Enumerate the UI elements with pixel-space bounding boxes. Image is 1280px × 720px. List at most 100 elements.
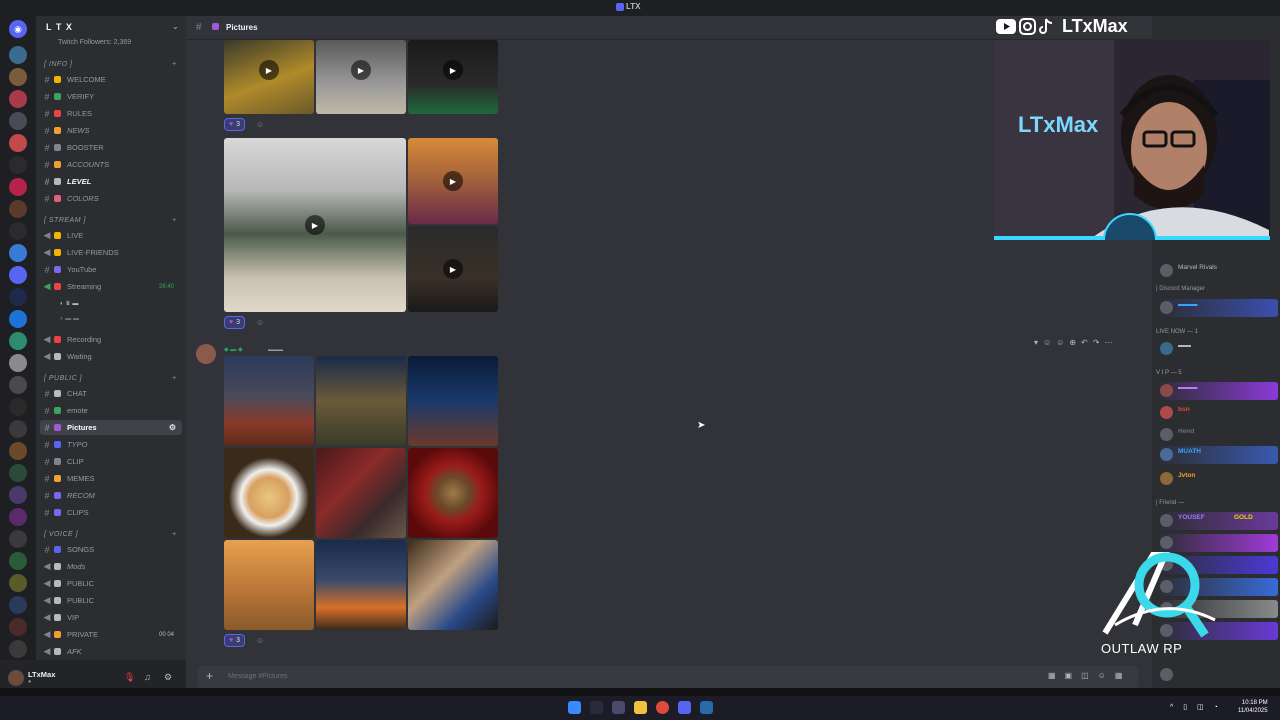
- channel-verify[interactable]: # VERIFY: [40, 89, 182, 104]
- chrome-icon[interactable]: [656, 701, 669, 714]
- file-explorer-icon[interactable]: [634, 701, 647, 714]
- channel-youtube[interactable]: # YouTube: [40, 262, 182, 277]
- server-icon[interactable]: [9, 464, 27, 482]
- message-input[interactable]: Message #Pictures: [228, 673, 288, 680]
- task-view-icon[interactable]: [612, 701, 625, 714]
- member-row[interactable]: ▬▬▬: [1156, 382, 1278, 400]
- server-icon[interactable]: [9, 178, 27, 196]
- avatar[interactable]: [196, 344, 216, 364]
- server-icon[interactable]: [9, 244, 27, 262]
- category-stream[interactable]: [ STREAM ] +: [44, 217, 176, 224]
- video-thumbnail[interactable]: ▶: [224, 138, 406, 312]
- member-row[interactable]: MUATH: [1156, 446, 1278, 464]
- plus-icon[interactable]: +: [172, 375, 177, 382]
- channel-recording[interactable]: ◀ Recording: [40, 332, 182, 347]
- play-icon[interactable]: ▶: [259, 60, 279, 80]
- voice-user[interactable]: ◐ ♛ ▬: [60, 300, 78, 307]
- category-public[interactable]: [ PUBLIC ] +: [44, 375, 176, 382]
- photo-thumbnail[interactable]: [224, 356, 314, 446]
- channel-level[interactable]: # LEVEL: [40, 174, 182, 189]
- server-name[interactable]: L T X: [46, 22, 73, 32]
- video-thumbnail[interactable]: ▶: [224, 40, 314, 114]
- channel-typo[interactable]: # TYPO: [40, 437, 182, 452]
- photo-thumbnail[interactable]: [408, 540, 498, 630]
- server-icon[interactable]: [9, 442, 27, 460]
- add-reaction-icon[interactable]: ☺: [256, 318, 264, 327]
- video-thumbnail[interactable]: ▶: [408, 138, 498, 224]
- channel-emote[interactable]: # emote: [40, 403, 182, 418]
- reaction-pill[interactable]: ♥ 3: [224, 316, 246, 329]
- channel-memes[interactable]: # MEMES: [40, 471, 182, 486]
- member-row[interactable]: [1156, 666, 1278, 684]
- discord-icon[interactable]: [678, 701, 691, 714]
- channel-private[interactable]: ◀ PRIVATE 00 04: [40, 627, 182, 642]
- photo-thumbnail[interactable]: [316, 540, 406, 630]
- add-reaction-icon[interactable]: ☺: [256, 636, 264, 645]
- server-icon[interactable]: [9, 398, 27, 416]
- server-icon[interactable]: [9, 112, 27, 130]
- channel-chat[interactable]: # CHAT: [40, 386, 182, 401]
- server-icon[interactable]: [9, 640, 27, 658]
- server-icon[interactable]: [9, 354, 27, 372]
- search-icon[interactable]: [590, 701, 603, 714]
- channel-clip[interactable]: # CLIP: [40, 454, 182, 469]
- server-icon[interactable]: [9, 134, 27, 152]
- channel-streaming[interactable]: ◀ Streaming 26:40: [40, 279, 182, 294]
- server-icon[interactable]: [9, 90, 27, 108]
- settings-gear-icon[interactable]: ⚙: [164, 672, 172, 683]
- chevron-down-icon[interactable]: ⌄: [172, 22, 179, 31]
- settings-gear-icon[interactable]: ⚙: [169, 423, 176, 432]
- attach-plus-icon[interactable]: +: [206, 669, 213, 683]
- server-icon[interactable]: [9, 574, 27, 592]
- play-icon[interactable]: ▶: [443, 171, 463, 191]
- server-icon[interactable]: [9, 508, 27, 526]
- server-icon[interactable]: [9, 420, 27, 438]
- member-row[interactable]: Hend: [1156, 426, 1278, 444]
- photo-thumbnail[interactable]: [316, 356, 406, 446]
- play-icon[interactable]: ▶: [351, 60, 371, 80]
- server-icon[interactable]: [9, 530, 27, 548]
- server-icon[interactable]: [9, 618, 27, 636]
- plus-icon[interactable]: +: [172, 531, 177, 538]
- channel-songs[interactable]: # SONGS: [40, 542, 182, 557]
- play-icon[interactable]: ▶: [443, 60, 463, 80]
- server-icon[interactable]: [9, 310, 27, 328]
- channel-public-1[interactable]: ◀ PUBLIC: [40, 576, 182, 591]
- avatar[interactable]: [8, 670, 24, 686]
- system-tray-icons[interactable]: ^ ▯ ◫ ◔: [1170, 703, 1222, 711]
- photo-thumbnail[interactable]: [316, 448, 406, 538]
- server-icon[interactable]: [9, 46, 27, 64]
- channel-pictures[interactable]: # Pictures ⚙: [40, 420, 182, 435]
- server-icon[interactable]: [9, 596, 27, 614]
- headphones-icon[interactable]: ♫: [144, 672, 151, 682]
- mute-mic-icon[interactable]: 🎙: [124, 672, 135, 683]
- channel-accounts[interactable]: # ACCOUNTS: [40, 157, 182, 172]
- channel-recom[interactable]: # RECOM: [40, 488, 182, 503]
- user-name[interactable]: LTxMax: [28, 670, 55, 679]
- plus-icon[interactable]: +: [172, 217, 177, 224]
- photo-thumbnail[interactable]: [408, 448, 498, 538]
- add-reaction-icon[interactable]: ☺: [256, 120, 264, 129]
- server-icon[interactable]: [9, 552, 27, 570]
- category-voice[interactable]: [ VOICE ] +: [44, 531, 176, 538]
- server-icon[interactable]: [9, 376, 27, 394]
- play-icon[interactable]: ▶: [305, 215, 325, 235]
- video-thumbnail[interactable]: ▶: [316, 40, 406, 114]
- photo-thumbnail[interactable]: [224, 448, 314, 538]
- voice-user[interactable]: ◐ ▬ ▬: [60, 316, 79, 322]
- channel-colors[interactable]: # COLORS: [40, 191, 182, 206]
- message-actions-toolbar[interactable]: ▾☺☺⊕↶↷⋯: [1034, 338, 1117, 347]
- discord-home-icon[interactable]: ◉: [9, 20, 27, 38]
- message-author[interactable]: ◆ ▬ ◆: [224, 346, 243, 353]
- server-icon[interactable]: [9, 156, 27, 174]
- composer-tools[interactable]: ▦▣◫☺▦: [1048, 671, 1131, 680]
- member-row[interactable]: bsn: [1156, 404, 1278, 422]
- reaction-pill[interactable]: ♥ 3: [224, 634, 246, 647]
- channel-news[interactable]: # NEWS: [40, 123, 182, 138]
- channel-welcome[interactable]: # WELCOME: [40, 72, 182, 87]
- category-info[interactable]: [ INFO ] +: [44, 61, 176, 68]
- channel-vip[interactable]: ◀ VIP: [40, 610, 182, 625]
- video-thumbnail[interactable]: ▶: [408, 40, 498, 114]
- channel-booster[interactable]: # BOOSTER: [40, 140, 182, 155]
- plus-icon[interactable]: +: [172, 61, 177, 68]
